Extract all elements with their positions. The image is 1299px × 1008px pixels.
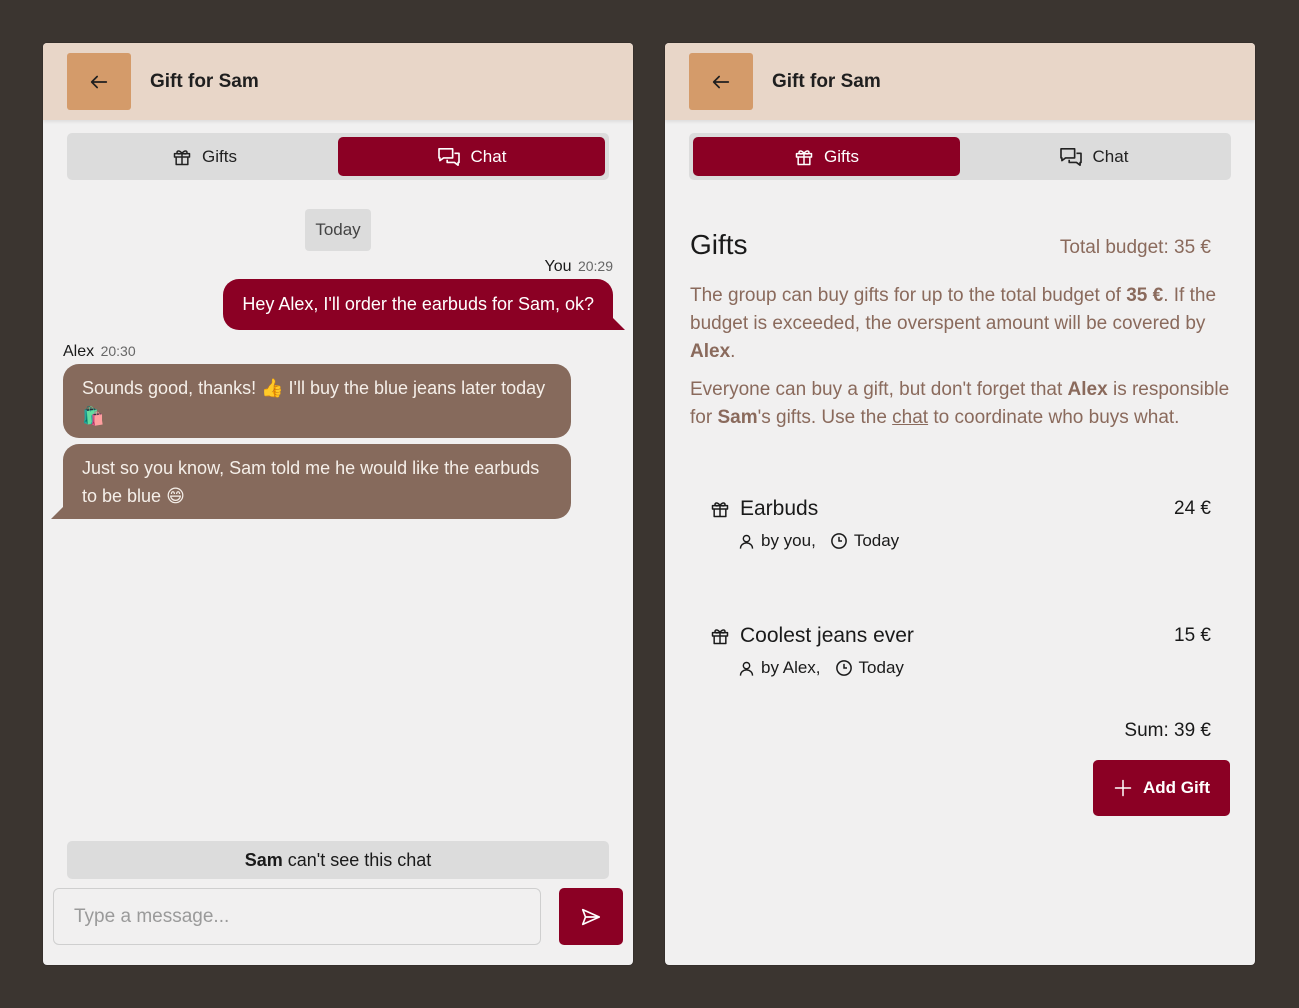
gift-buyer: by Alex, <box>761 658 821 677</box>
tab-label: Gifts <box>824 146 859 166</box>
tab-bar: Gifts Chat <box>67 133 609 180</box>
message-bubble-other: Just so you know, Sam told me he would l… <box>63 444 571 519</box>
privacy-note-name: Sam <box>244 849 283 870</box>
responsibility-info-text: Everyone can buy a gift, but don't forge… <box>690 379 1230 428</box>
gift-item[interactable]: Earbuds 24 € by you, Today <box>710 494 1211 551</box>
chat-bubbles-icon <box>1059 147 1082 166</box>
gift-icon <box>173 149 191 165</box>
gift-icon <box>711 502 729 518</box>
gift-date: Today <box>853 531 900 550</box>
message-meta: You 20:29 <box>545 258 614 276</box>
gift-date: Today <box>858 658 904 677</box>
tab-chat[interactable]: Chat <box>960 137 1227 176</box>
page-title: Gift for Sam <box>772 70 881 92</box>
message-bubble-other: Sounds good, thanks! 👍 I'll buy the blue… <box>63 364 571 438</box>
gifts-panel: Gift for Sam Gifts Chat Gifts Total budg… <box>665 43 1255 965</box>
send-button[interactable] <box>559 888 623 945</box>
date-chip: Today <box>305 209 371 251</box>
chat-panel: Gift for Sam Gifts Chat Today You 20:29 … <box>43 43 633 965</box>
tab-gifts[interactable]: Gifts <box>71 137 338 176</box>
gift-price: 24 € <box>1174 498 1211 519</box>
tab-label: Gifts <box>202 146 237 166</box>
clock-icon <box>835 660 852 676</box>
add-gift-label: Add Gift <box>1142 778 1211 797</box>
privacy-note: Sam can't see this chat <box>67 841 609 879</box>
back-button[interactable] <box>67 53 131 110</box>
section-heading: Gifts <box>690 229 748 260</box>
message-bubble-mine: Hey Alex, I'll order the earbuds for Sam… <box>223 279 613 330</box>
message-time: 20:29 <box>577 258 613 274</box>
tab-gifts[interactable]: Gifts <box>693 137 960 176</box>
gift-item[interactable]: Coolest jeans ever 15 € by Alex, Today <box>710 621 1211 678</box>
user-icon <box>739 534 754 549</box>
gift-icon <box>795 149 813 165</box>
message-sender: Alex <box>63 343 95 360</box>
gift-sum: Sum: 39 € <box>1124 720 1211 741</box>
message-sender: You <box>544 258 572 275</box>
tab-bar: Gifts Chat <box>689 133 1231 180</box>
send-icon <box>581 908 601 925</box>
chat-bubbles-icon <box>437 147 460 166</box>
tab-label: Chat <box>1092 146 1129 166</box>
message-meta: Alex 20:30 <box>63 343 136 361</box>
gift-icon <box>711 629 729 645</box>
total-budget: Total budget: 35 € <box>1059 237 1211 258</box>
user-icon <box>739 661 754 676</box>
plus-icon <box>1114 779 1132 797</box>
message-input[interactable] <box>53 888 541 945</box>
gift-name: Coolest jeans ever <box>740 624 914 647</box>
budget-info-text: The group can buy gifts for up to the to… <box>690 285 1217 362</box>
chat-link[interactable]: chat <box>892 407 928 428</box>
message-time: 20:30 <box>100 343 136 359</box>
arrow-left-icon <box>712 75 730 88</box>
panel-header: Gift for Sam <box>665 43 1255 120</box>
page-title: Gift for Sam <box>150 70 259 92</box>
arrow-left-icon <box>90 75 108 88</box>
privacy-note-text: can't see this chat <box>287 849 432 870</box>
gift-buyer: by you, <box>761 531 816 550</box>
clock-icon <box>830 533 847 549</box>
panel-header: Gift for Sam <box>43 43 633 120</box>
back-button[interactable] <box>689 53 753 110</box>
gift-price: 15 € <box>1174 625 1211 646</box>
gift-name: Earbuds <box>740 497 819 520</box>
add-gift-button[interactable]: Add Gift <box>1093 760 1230 816</box>
tab-chat[interactable]: Chat <box>338 137 605 176</box>
tab-label: Chat <box>470 146 507 166</box>
